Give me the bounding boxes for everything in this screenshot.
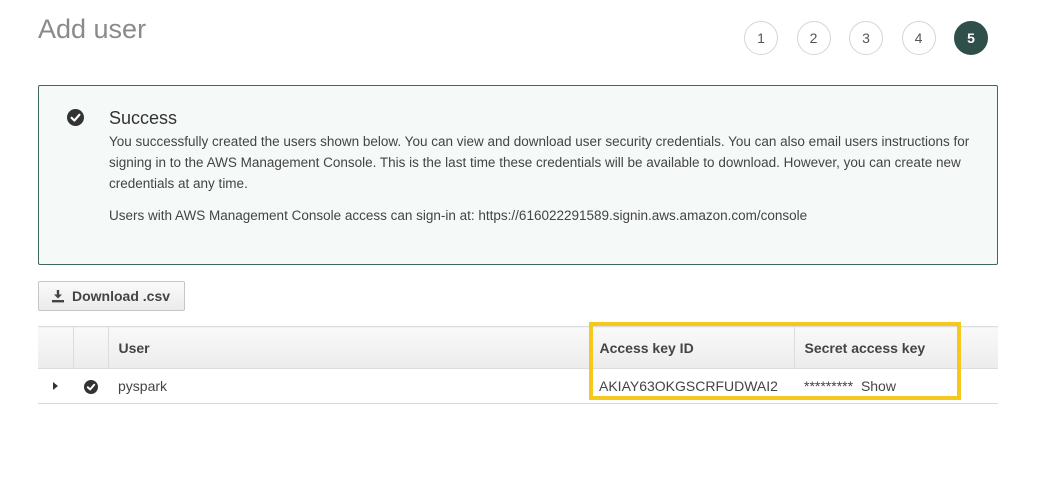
step-4[interactable]: 4: [901, 21, 936, 55]
success-alert: Success You successfully created the use…: [38, 85, 998, 265]
secret-access-key-cell: ********* Show: [794, 368, 998, 404]
signin-url-text: Users with AWS Management Console access…: [109, 208, 808, 223]
table-header-row: User Access key ID Secret access key: [38, 326, 998, 369]
step-5[interactable]: 5: [954, 21, 988, 55]
col-user-header[interactable]: User: [108, 326, 590, 369]
caret-right-icon[interactable]: [52, 381, 60, 391]
alert-message: You successfully created the users shown…: [109, 134, 970, 191]
page-title: Add user: [38, 14, 147, 44]
col-secret-access-key-header[interactable]: Secret access key: [794, 326, 998, 369]
step-3[interactable]: 3: [849, 21, 883, 55]
col-expand-header: [38, 326, 74, 369]
table-row: pyspark AKIAY63OKGSCRFUDWAI2 ********* S…: [38, 368, 998, 404]
expand-cell[interactable]: [38, 368, 73, 404]
download-csv-button[interactable]: Download .csv: [38, 281, 185, 311]
col-status-header: [73, 326, 109, 369]
check-circle-icon: [67, 109, 84, 126]
status-cell: [73, 368, 108, 404]
step-2[interactable]: 2: [796, 21, 831, 55]
step-1[interactable]: 1: [744, 21, 778, 55]
secret-key-mask: *********: [804, 378, 854, 394]
user-name-cell: pyspark: [108, 368, 589, 404]
users-table: User Access key ID Secret access key pys…: [38, 326, 998, 404]
show-secret-link[interactable]: Show: [861, 378, 896, 394]
col-access-key-id-header[interactable]: Access key ID: [589, 326, 795, 369]
download-csv-label: Download .csv: [72, 288, 171, 304]
check-circle-icon: [83, 380, 98, 395]
download-icon: [52, 290, 64, 303]
alert-title: Success: [109, 108, 178, 128]
access-key-id-cell: AKIAY63OKGSCRFUDWAI2: [589, 368, 794, 404]
wizard-steps: 1 2 3 4 5: [744, 21, 1007, 55]
